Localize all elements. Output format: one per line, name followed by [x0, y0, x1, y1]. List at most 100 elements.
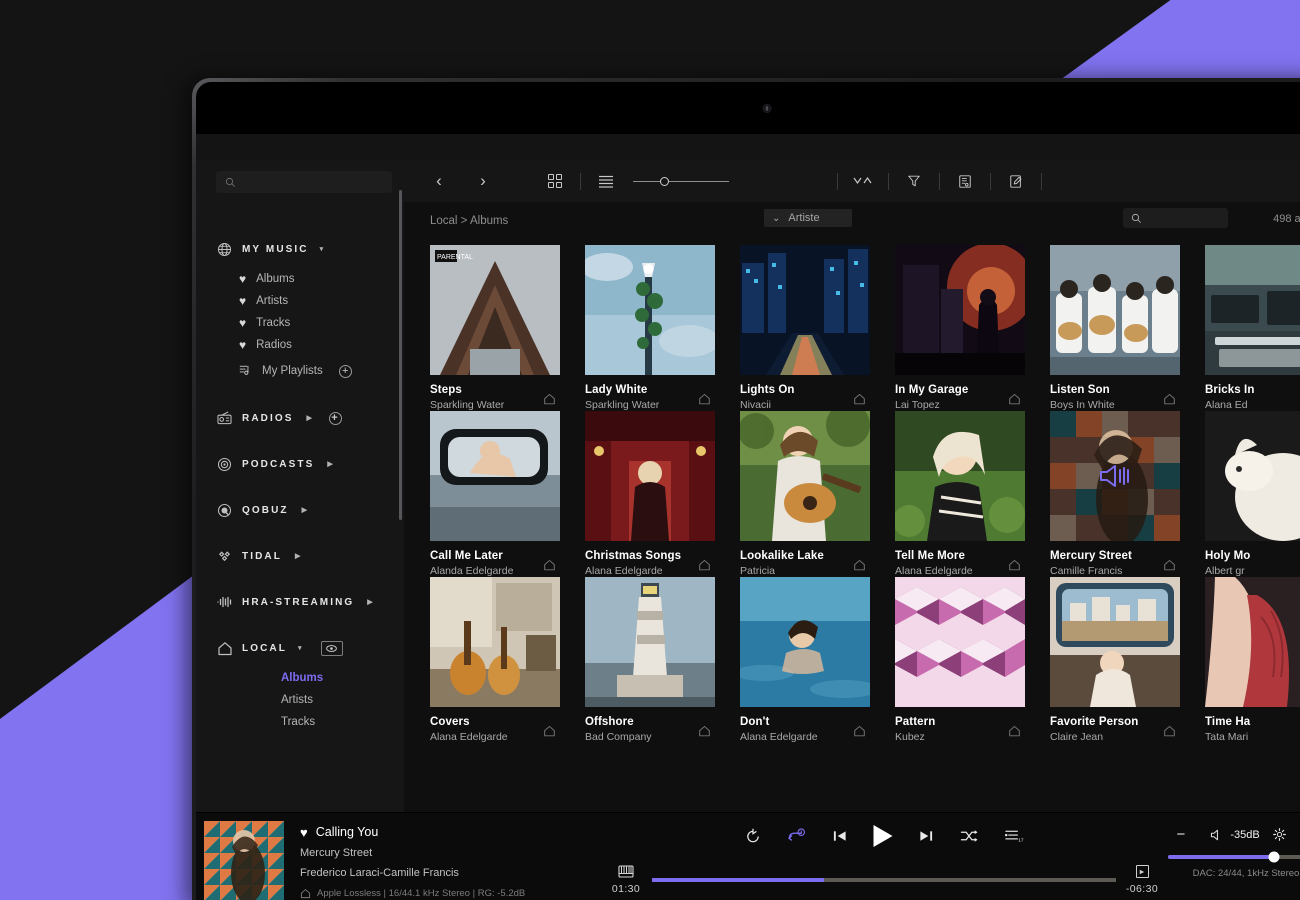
previous-button[interactable] — [833, 829, 848, 843]
sort-button[interactable] — [850, 167, 876, 195]
home-icon[interactable] — [1163, 724, 1176, 742]
breadcrumb[interactable]: Local > Albums — [430, 215, 508, 227]
add-playlist-button[interactable]: + — [338, 364, 352, 378]
album-card[interactable]: Christmas Songs Alana Edelgarde — [585, 411, 740, 577]
album-artwork[interactable] — [1050, 577, 1180, 707]
album-artwork[interactable]: PARENTAL — [430, 245, 560, 375]
next-button[interactable] — [919, 829, 934, 843]
album-artwork[interactable] — [740, 245, 870, 375]
album-artwork[interactable] — [1205, 577, 1300, 707]
album-card[interactable]: Mercury Street Camille Francis — [1050, 411, 1205, 577]
home-icon[interactable] — [543, 558, 556, 576]
album-artwork[interactable] — [895, 577, 1025, 707]
album-card[interactable]: Bricks In Alana Ed — [1205, 245, 1300, 411]
eye-icon[interactable] — [320, 640, 343, 656]
home-icon[interactable] — [543, 724, 556, 742]
now-playing-artwork[interactable] — [204, 821, 284, 900]
home-icon[interactable] — [698, 558, 711, 576]
sidebar-item-tidal[interactable]: TIDAL ▶ — [216, 546, 404, 566]
home-icon[interactable] — [1008, 558, 1021, 576]
sidebar-item-artists[interactable]: ♥ Artists — [216, 290, 404, 312]
album-card[interactable]: Covers Alana Edelgarde — [430, 577, 585, 743]
sidebar-item-radios-section[interactable]: RADIOS ▶ + — [216, 408, 404, 428]
zoom-slider[interactable] — [633, 176, 729, 186]
home-icon[interactable] — [853, 558, 866, 576]
queue-list-button[interactable]: 17 — [1004, 829, 1024, 844]
speaker-group[interactable]: -35dB — [1210, 829, 1260, 841]
queue-button[interactable] — [952, 167, 978, 195]
album-artwork[interactable] — [740, 411, 870, 541]
album-card[interactable]: In My Garage Lai Topez — [895, 245, 1050, 411]
volume-knob[interactable] — [1268, 851, 1280, 863]
filter-button[interactable] — [901, 167, 927, 195]
album-card[interactable]: Time Ha Tata Mari — [1205, 577, 1300, 743]
album-card[interactable]: Call Me Later Alanda Edelgarde — [430, 411, 585, 577]
album-artwork[interactable] — [430, 411, 560, 541]
album-card[interactable]: Lookalike Lake Patricia — [740, 411, 895, 577]
sidebar-scrollbar[interactable] — [399, 190, 402, 520]
home-icon[interactable] — [1163, 392, 1176, 410]
home-icon[interactable] — [1008, 724, 1021, 742]
artist-filter-dropdown[interactable]: ⌄ Artiste — [764, 209, 852, 227]
album-artwork[interactable] — [1205, 245, 1300, 375]
volume-slider[interactable] — [1168, 851, 1300, 863]
sidebar-item-albums[interactable]: ♥ Albums — [216, 268, 404, 290]
album-artwork[interactable] — [585, 245, 715, 375]
album-artwork[interactable] — [895, 245, 1025, 375]
album-card[interactable]: PARENTAL Steps Sparkling Water — [430, 245, 585, 411]
album-artwork[interactable] — [1050, 411, 1180, 541]
sidebar-search-input[interactable] — [216, 171, 392, 193]
sidebar-item-tracks[interactable]: ♥ Tracks — [216, 312, 404, 334]
grid-view-button[interactable] — [542, 167, 568, 195]
sidebar-item-local-tracks[interactable]: Tracks — [216, 711, 404, 733]
sidebar-item-local-artists[interactable]: Artists — [216, 689, 404, 711]
album-grid-scroll[interactable]: PARENTAL Steps Sparkling Water Lady White S… — [404, 240, 1300, 812]
sidebar-item-radios[interactable]: ♥ Radios — [216, 334, 404, 356]
sidebar-item-local-albums[interactable]: Albums — [216, 667, 404, 689]
sidebar-item-my-music[interactable]: MY MUSIC ▾ — [216, 239, 404, 259]
album-card[interactable]: Offshore Bad Company — [585, 577, 740, 743]
album-card[interactable]: Pattern Kubez — [895, 577, 1050, 743]
home-icon[interactable] — [1008, 392, 1021, 410]
album-artwork[interactable] — [585, 577, 715, 707]
edit-button[interactable] — [1003, 167, 1029, 195]
add-radio-button[interactable]: + — [328, 411, 342, 425]
album-artwork[interactable] — [430, 577, 560, 707]
album-card[interactable]: Favorite Person Claire Jean — [1050, 577, 1205, 743]
album-card[interactable]: Lights On Nivacii — [740, 245, 895, 411]
sidebar-item-qobuz[interactable]: QOBUZ ▶ — [216, 500, 404, 520]
album-card[interactable]: Listen Son Boys In White — [1050, 245, 1205, 411]
album-search-input[interactable] — [1123, 208, 1228, 228]
zoom-knob[interactable] — [660, 176, 669, 186]
repeat-one-button[interactable] — [787, 828, 807, 844]
forward-button[interactable]: › — [470, 167, 496, 195]
album-artwork[interactable] — [585, 411, 715, 541]
seek-track[interactable] — [652, 878, 1116, 882]
now-playing-album[interactable]: Mercury Street — [300, 847, 600, 859]
volume-down-button[interactable]: − — [1177, 827, 1186, 842]
home-icon[interactable] — [853, 724, 866, 742]
sidebar-item-podcasts[interactable]: PODCASTS ▶ — [216, 454, 404, 474]
play-button[interactable] — [873, 825, 893, 847]
album-card[interactable]: Lady White Sparkling Water — [585, 245, 740, 411]
home-icon[interactable] — [698, 724, 711, 742]
album-card[interactable]: Holy Mo Albert gr — [1205, 411, 1300, 577]
album-card[interactable]: Tell Me More Alana Edelgarde — [895, 411, 1050, 577]
back-button[interactable]: ‹ — [426, 167, 452, 195]
heart-icon[interactable]: ♥ — [300, 826, 308, 839]
album-artwork[interactable] — [895, 411, 1025, 541]
album-card[interactable]: Don't Alana Edelgarde — [740, 577, 895, 743]
album-artwork[interactable] — [740, 577, 870, 707]
sidebar-item-hra-streaming[interactable]: HRA-STREAMING ▶ — [216, 592, 404, 612]
window-titlebar[interactable] — [196, 134, 1300, 160]
replay-button[interactable] — [745, 828, 762, 845]
home-icon[interactable] — [853, 392, 866, 410]
sidebar-item-local[interactable]: LOCAL ▾ — [216, 638, 404, 658]
album-artwork[interactable] — [1205, 411, 1300, 541]
list-view-button[interactable] — [593, 167, 619, 195]
settings-button[interactable] — [1272, 828, 1286, 841]
album-artwork[interactable] — [1050, 245, 1180, 375]
sidebar-item-my-playlists[interactable]: My Playlists + — [216, 360, 404, 382]
home-icon[interactable] — [543, 392, 556, 410]
home-icon[interactable] — [1163, 558, 1176, 576]
